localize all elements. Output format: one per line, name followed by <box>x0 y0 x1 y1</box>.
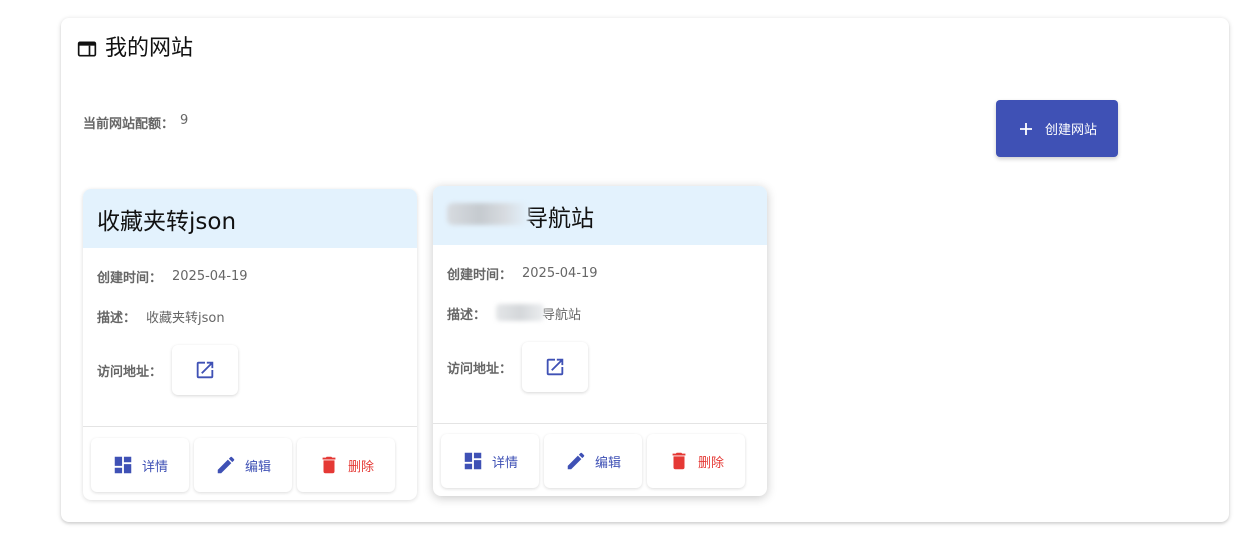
created-row: 创建时间： 2025-04-19 <box>97 267 248 286</box>
edit-button[interactable]: 编辑 <box>194 438 292 492</box>
open-link-button[interactable] <box>172 345 239 395</box>
description-value: 收藏夹转json <box>146 311 225 326</box>
delete-label: 删除 <box>347 459 374 475</box>
plus-icon <box>1019 122 1032 135</box>
description-label: 描述： <box>447 308 487 323</box>
quota-value: 9 <box>180 113 189 128</box>
visit-label: 访问地址： <box>97 364 163 380</box>
quota-info: 当前网站配额： 9 <box>83 113 188 132</box>
delete-label: 删除 <box>697 455 724 471</box>
created-label: 创建时间： <box>97 271 163 286</box>
detail-button[interactable]: 详情 <box>91 438 189 492</box>
create-website-label: 创建网站 <box>1044 123 1097 138</box>
card-divider <box>83 426 417 427</box>
pencil-icon <box>567 452 585 470</box>
delete-button[interactable]: 删除 <box>297 438 395 492</box>
delete-button[interactable]: 删除 <box>647 434 745 488</box>
page-title: 我的网站 <box>105 36 194 61</box>
description-label: 描述： <box>97 311 137 326</box>
detail-label: 详情 <box>491 455 518 471</box>
panel-header: 我的网站 <box>77 36 193 62</box>
detail-label: 详情 <box>141 459 168 475</box>
created-value: 2025-04-19 <box>172 269 248 284</box>
create-website-button[interactable]: 创建网站 <box>996 100 1118 157</box>
created-label: 创建时间： <box>447 268 513 283</box>
edit-button[interactable]: 编辑 <box>544 434 642 488</box>
quota-label: 当前网站配额： <box>83 117 175 132</box>
visit-label: 访问地址： <box>447 361 513 377</box>
visit-row: 访问地址： <box>97 345 239 395</box>
trash-icon <box>672 452 686 470</box>
web-window-icon <box>77 41 97 57</box>
website-card: 导航站 创建时间： 2025-04-19 描述： 导航站 访问地址： 详情 编辑… <box>433 186 767 496</box>
website-card: 收藏夹转json 创建时间： 2025-04-19 描述： 收藏夹转json 访… <box>83 189 417 500</box>
card-title: 收藏夹转json <box>97 208 237 235</box>
websites-panel: 我的网站 当前网站配额： 9 创建网站 收藏夹转json 创建时间： 2025-… <box>61 18 1229 522</box>
dashboard-icon <box>114 456 132 474</box>
card-header: 导航站 <box>433 186 767 245</box>
open-in-new-icon <box>196 361 214 379</box>
trash-icon <box>322 456 336 474</box>
created-value: 2025-04-19 <box>522 266 598 281</box>
card-actions: 详情 编辑 删除 <box>91 438 395 492</box>
detail-button[interactable]: 详情 <box>441 434 539 488</box>
card-header: 收藏夹转json <box>83 189 417 248</box>
edit-label: 编辑 <box>244 459 271 475</box>
dashboard-icon <box>464 452 482 470</box>
redacted-mask <box>447 202 529 225</box>
card-divider <box>433 423 767 424</box>
created-row: 创建时间： 2025-04-19 <box>447 264 598 283</box>
pencil-icon <box>217 456 235 474</box>
open-in-new-icon <box>546 358 564 376</box>
card-actions: 详情 编辑 删除 <box>441 434 745 488</box>
visit-row: 访问地址： <box>447 342 589 392</box>
redacted-mask <box>496 304 545 321</box>
description-row: 描述： 导航站 <box>447 304 581 323</box>
description-wrap: 导航站 <box>496 304 581 323</box>
open-link-button[interactable] <box>522 342 589 392</box>
card-title-wrap: 导航站 <box>447 199 594 233</box>
description-row: 描述： 收藏夹转json <box>97 307 225 326</box>
edit-label: 编辑 <box>594 455 621 471</box>
